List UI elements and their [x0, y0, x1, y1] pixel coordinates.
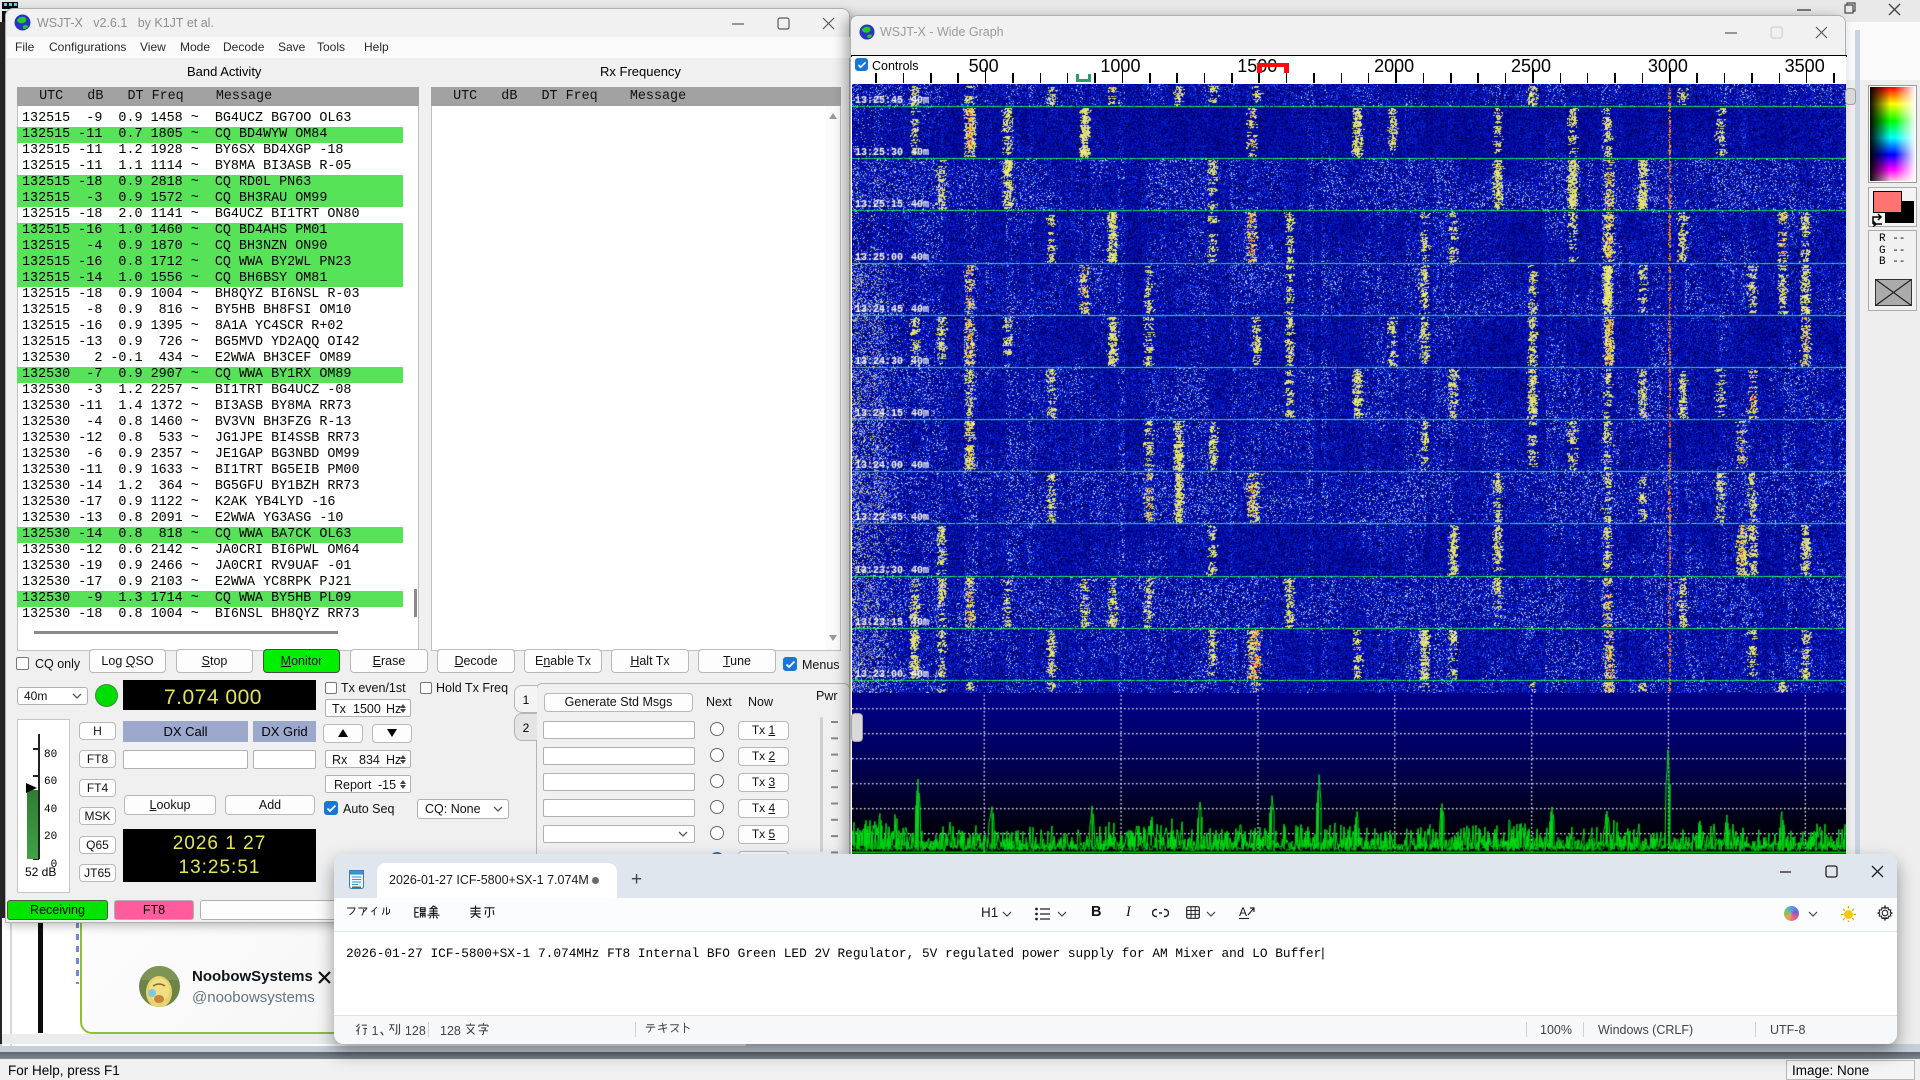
svg-text:A: A — [1239, 905, 1247, 919]
